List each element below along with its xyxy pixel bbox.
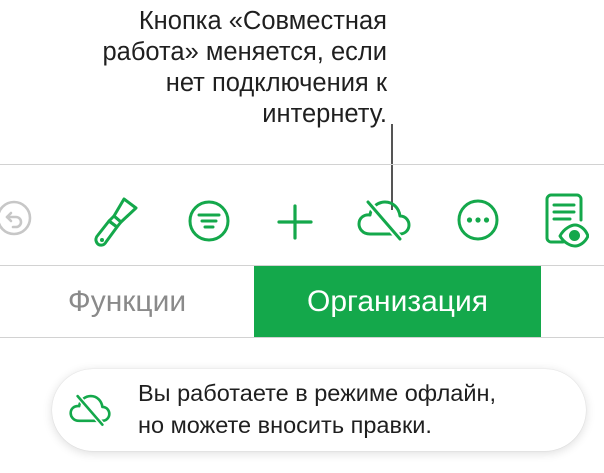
banner-message: Вы работаете в режиме офлайн, но можете …	[138, 377, 496, 441]
screen: Кнопка «Совместная работа» меняется, есл…	[0, 0, 604, 473]
undo-icon	[0, 200, 32, 236]
banner-line-2: но можете вносить правки.	[138, 412, 432, 438]
tab-functions[interactable]: Функции	[0, 266, 254, 337]
banner-icon-wrap	[68, 393, 112, 432]
tabs-bottom-divider	[0, 337, 604, 338]
undo-button[interactable]	[0, 198, 40, 238]
toolbar	[0, 165, 604, 265]
format-brush-button[interactable]	[92, 196, 140, 248]
cloud-offline-icon	[357, 199, 411, 242]
callout-line: работа» меняется, если	[102, 38, 387, 66]
callout-line: Кнопка «Совместная	[138, 7, 387, 35]
organize-filter-icon	[188, 200, 230, 242]
callout-annotation: Кнопка «Совместная работа» меняется, есл…	[0, 6, 387, 130]
cloud-offline-icon	[69, 394, 111, 427]
reading-view-button[interactable]	[543, 192, 589, 248]
collaboration-button[interactable]	[356, 198, 412, 242]
organize-button[interactable]	[187, 199, 231, 243]
callout-line: нет подключения к	[165, 69, 387, 97]
reading-view-icon	[545, 193, 589, 248]
more-button[interactable]	[456, 198, 500, 242]
banner-line-1: Вы работаете в режиме офлайн,	[138, 380, 496, 406]
paintbrush-icon	[94, 197, 138, 247]
more-icon	[457, 199, 499, 241]
offline-banner: Вы работаете в режиме офлайн, но можете …	[52, 369, 586, 451]
plus-icon	[277, 204, 313, 240]
tab-organize[interactable]: Организация	[254, 266, 541, 337]
callout-line: интернету.	[262, 100, 387, 128]
add-button[interactable]	[276, 203, 314, 241]
